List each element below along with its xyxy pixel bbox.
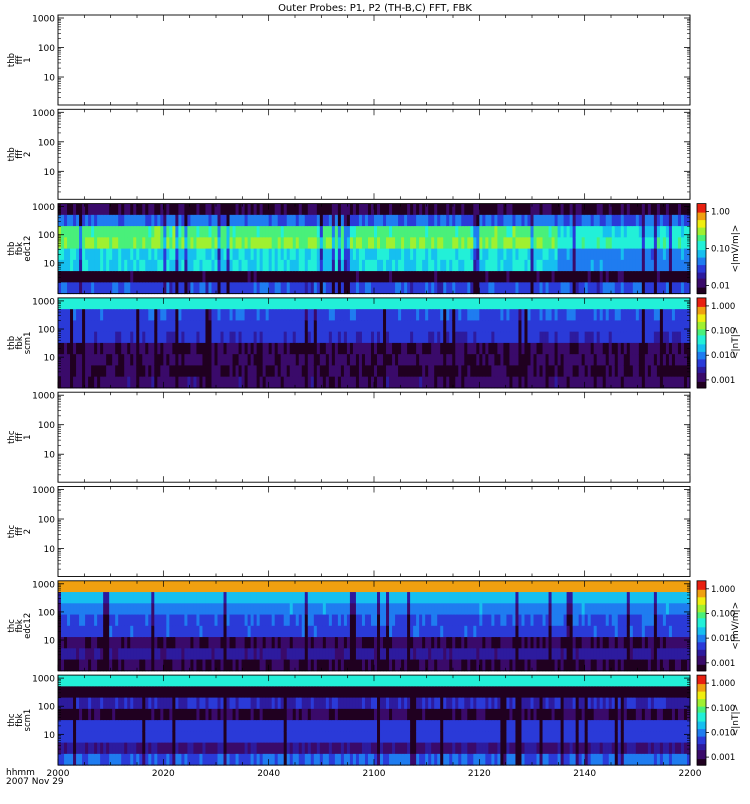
colorbar: 1.00 0.10 0.01<|mV/m|>	[697, 204, 741, 295]
y-tick-label: 10	[44, 168, 56, 178]
heatmap-cells	[58, 298, 691, 389]
y-axis-label: thcfff1	[7, 430, 33, 444]
panel-thb-fbk-edc12: 1.00 0.10 0.01<|mV/m|> 1000 100 10 thbfbkedc12	[7, 203, 741, 294]
y-tick-label: 10	[44, 259, 56, 269]
y-tick-label: 100	[38, 326, 55, 336]
panel-thb-fff1: 1000 100 10 thbfff1	[7, 15, 690, 106]
y-tick-label: 1000	[32, 15, 55, 25]
y-label-line: scm1	[23, 332, 33, 355]
y-tick-label: 10	[44, 545, 56, 555]
panel-thb-fbk-scm1: 1.0000.1000.0100.001<|nT|>100010010thbfb…	[7, 297, 741, 388]
x-ticks	[58, 109, 690, 199]
y-tick-label: 100	[38, 44, 55, 54]
panel-thb-fff2: 1000 100 10 thbfff2	[7, 109, 690, 200]
colorbar-tick-label: 0.01	[711, 282, 730, 292]
y-label-line: 2	[23, 529, 33, 534]
y-tick-label: 1000	[32, 392, 55, 402]
panel-frame	[58, 15, 690, 105]
y-axis: 1000 100 10	[32, 392, 690, 475]
panel-frame	[58, 392, 690, 482]
x-ticks	[58, 392, 690, 482]
spectrogram-figure: Outer Probes: P1, P2 (TH-B,C) FFT, FBK 1…	[0, 0, 750, 800]
y-tick-label: 10	[44, 74, 56, 84]
chart-svg: Outer Probes: P1, P2 (TH-B,C) FFT, FBK 1…	[0, 0, 750, 800]
colorbar-tick-label: 0.10	[711, 245, 730, 255]
y-axis-label: thcfff2	[7, 524, 33, 538]
panel-thc-fbk-edc12: 1.0000.1000.0100.001<|mV/m|>100010010thc…	[7, 580, 741, 671]
panel-frame	[58, 109, 690, 199]
y-label-line: 1	[23, 434, 33, 439]
x-ticks	[58, 15, 690, 105]
y-axis-label: thbfff2	[7, 147, 33, 161]
y-tick-label: 1000	[32, 109, 55, 119]
colorbar-unit-label: <|nT|>	[731, 327, 741, 359]
y-tick-label: 100	[38, 231, 55, 241]
heatmap-cells	[58, 204, 691, 295]
y-tick-label: 1000	[32, 297, 55, 307]
colorbar-unit-label: <|mV/m|>	[731, 225, 741, 273]
y-tick-label: 1000	[32, 486, 55, 496]
colorbar: 1.0000.1000.0100.001<|nT|>	[697, 298, 741, 389]
x-ticks	[58, 487, 690, 577]
y-axis: 1000 100 10	[32, 15, 690, 98]
figure-title: Outer Probes: P1, P2 (TH-B,C) FFT, FBK	[278, 3, 472, 14]
y-tick-label: 10	[44, 451, 56, 461]
colorbar-tick-label: 1.00	[711, 208, 730, 218]
y-label-line: 2	[23, 152, 33, 157]
y-tick-label: 1000	[32, 203, 55, 213]
y-axis-label: thbfbkedc12	[7, 236, 33, 262]
y-label-line: 1	[23, 57, 33, 62]
y-tick-label: 100	[38, 516, 55, 526]
y-axis: 1000 100 10	[32, 109, 690, 192]
y-axis-label: thbfbkscm1	[7, 332, 33, 355]
colorbar-tick-label: 1.000	[711, 302, 735, 312]
y-axis: 1000 100 10	[32, 486, 690, 569]
y-axis-label: thbfff1	[7, 53, 33, 67]
y-tick-label: 100	[38, 421, 55, 431]
panel-thc-fff1: 1000 100 10 thcfff1	[7, 392, 690, 483]
heatmap-cells	[58, 581, 691, 672]
y-label-line: edc12	[23, 236, 33, 262]
panel-frame	[58, 487, 690, 577]
colorbar-tick-label: 0.001	[711, 376, 735, 386]
y-tick-label: 100	[38, 138, 55, 148]
y-tick-label: 10	[44, 354, 56, 364]
panels-group: 1000 100 10 thbfff1 1000 100 10 thbfff2 1.00 0.10…	[7, 15, 741, 766]
panel-thc-fff2: 1000 100 10 thcfff2	[7, 486, 690, 577]
